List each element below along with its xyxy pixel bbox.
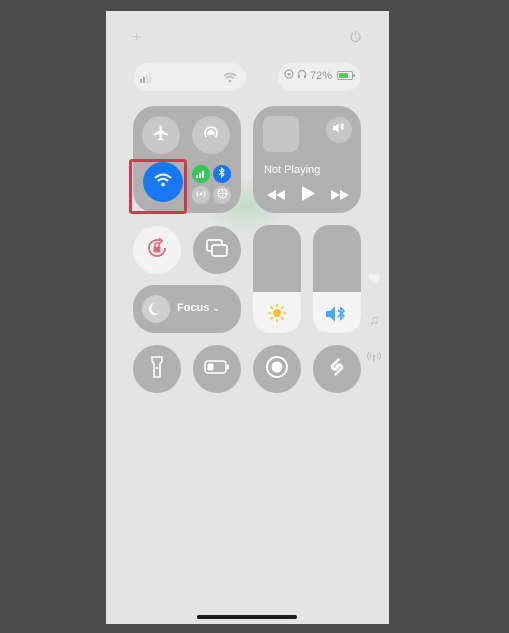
chevron-up-down-icon: ⌄ — [212, 303, 221, 313]
flashlight-button[interactable] — [133, 345, 181, 393]
airdrop-button[interactable] — [192, 116, 230, 154]
personal-hotspot-button[interactable] — [192, 186, 210, 204]
focus-button[interactable]: Focus ⌄ — [133, 285, 241, 333]
screen-recording-button[interactable] — [253, 345, 301, 393]
battery-percentage: 72% — [310, 69, 333, 82]
shazam-icon — [325, 355, 349, 384]
vpn-icon — [217, 186, 228, 204]
focus-text: Focus — [177, 302, 210, 314]
heart-icon — [368, 272, 381, 290]
status-icons-group: 72% — [284, 69, 356, 82]
vpn-button[interactable] — [213, 186, 231, 204]
orientation-lock-icon — [284, 69, 294, 82]
personal-hotspot-icon — [195, 186, 207, 204]
play-icon[interactable] — [301, 186, 315, 206]
airplane-mode-button[interactable] — [142, 116, 180, 154]
battery-fill — [339, 73, 348, 78]
cellular-signal-icon — [140, 70, 154, 88]
speaker-bluetooth-icon — [313, 305, 361, 323]
airplay-audio-button[interactable] — [326, 117, 352, 143]
plus-icon[interactable]: + — [132, 29, 141, 47]
home-indicator[interactable] — [197, 615, 297, 619]
rewind-icon[interactable] — [267, 187, 285, 205]
broadcast-icon — [367, 350, 381, 368]
bluetooth-button[interactable] — [213, 165, 231, 183]
headphones-icon — [297, 69, 307, 82]
cellular-data-button[interactable] — [192, 165, 210, 183]
wifi-highlight-box — [129, 159, 187, 214]
sun-icon — [253, 303, 301, 323]
fast-forward-icon[interactable] — [331, 187, 349, 205]
airplay-audio-icon — [332, 121, 346, 139]
now-playing-module[interactable]: Not Playing — [253, 106, 361, 213]
orientation-lock-button[interactable] — [133, 226, 181, 274]
moon-icon — [142, 295, 170, 323]
cellular-data-icon — [196, 165, 206, 183]
battery-icon — [337, 71, 356, 80]
shazam-button[interactable] — [313, 345, 361, 393]
focus-label: Focus ⌄ — [177, 302, 220, 314]
power-icon[interactable] — [349, 30, 362, 48]
bluetooth-icon — [218, 165, 226, 183]
rotation-lock-icon — [145, 236, 169, 265]
playback-controls — [267, 186, 349, 206]
airplane-icon — [152, 124, 170, 147]
flashlight-icon — [150, 355, 164, 384]
now-playing-label: Not Playing — [264, 164, 321, 176]
low-power-icon — [204, 359, 230, 379]
brightness-slider[interactable] — [253, 225, 301, 333]
volume-slider[interactable] — [313, 225, 361, 333]
low-power-mode-button[interactable] — [193, 345, 241, 393]
screen-mirroring-icon — [205, 238, 229, 263]
control-center: + 72% Not Playing Focus ⌄ ♫ — [106, 11, 389, 624]
screen-record-icon — [265, 355, 289, 384]
screen-mirroring-button[interactable] — [193, 226, 241, 274]
airdrop-icon — [201, 123, 221, 148]
album-artwork — [263, 116, 299, 152]
wifi-status-icon — [223, 70, 237, 88]
music-note-icon: ♫ — [369, 311, 380, 327]
